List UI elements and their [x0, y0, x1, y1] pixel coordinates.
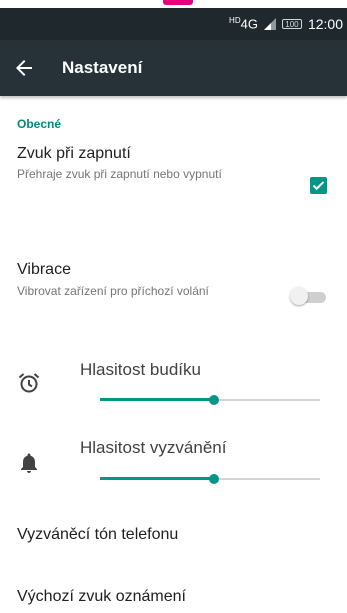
alarm-volume-label: Hlasitost budíku: [80, 360, 201, 379]
ringtone-menu-item[interactable]: Vyzváněcí tón telefonu: [17, 526, 178, 544]
slider-thumb[interactable]: [209, 395, 220, 405]
signal-icon: [263, 18, 276, 30]
status-bar: HD4G 100 12:00: [0, 8, 347, 40]
slider-thumb[interactable]: [209, 474, 220, 484]
slider-fill: [100, 398, 215, 401]
toolbar: Nastavení: [0, 40, 347, 96]
bell-icon: [21, 453, 37, 473]
boot-sound-subtitle: Přehraje zvuk při zapnutí nebo vypnutí: [17, 167, 222, 181]
boot-sound-title: Zvuk při zapnutí: [17, 145, 131, 162]
page-title: Nastavení: [62, 58, 143, 77]
notification-sound-menu-item[interactable]: Výchozí zvuk oznámení: [17, 588, 186, 606]
section-header: Obecné: [17, 117, 62, 131]
boot-sound-checkbox[interactable]: [310, 177, 327, 194]
brand-mark: [163, 0, 193, 5]
clock: 12:00: [307, 16, 343, 32]
alarm-clock-icon: [18, 373, 40, 393]
ringer-volume-slider[interactable]: [100, 472, 320, 486]
vibration-subtitle: Vibrovat zařízení pro příchozí volání: [17, 284, 209, 298]
switch-thumb: [290, 287, 308, 305]
battery-icon: 100: [281, 19, 302, 29]
network-indicator: HD4G: [229, 16, 258, 32]
arrow-left-icon[interactable]: [12, 56, 36, 80]
alarm-volume-slider[interactable]: [100, 393, 320, 407]
vibration-switch[interactable]: [290, 287, 326, 305]
checkmark-icon: [312, 181, 325, 191]
vibration-title: Vibrace: [17, 261, 71, 278]
slider-fill: [100, 477, 215, 480]
ringer-volume-label: Hlasitost vyzvánění: [80, 438, 227, 457]
